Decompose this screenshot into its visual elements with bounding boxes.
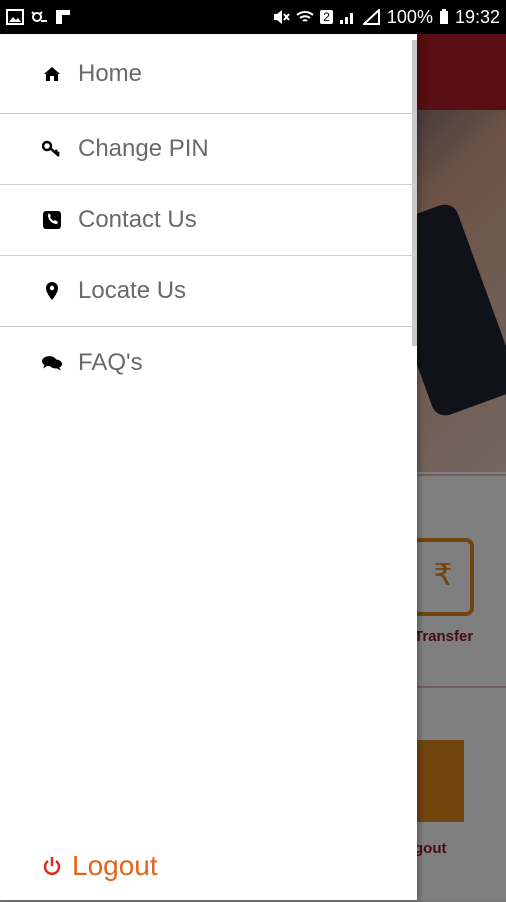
menu-item-label: Locate Us — [78, 277, 187, 304]
logout-label: Logout — [72, 850, 158, 881]
status-bar-left — [6, 9, 72, 25]
menu-item-label: Home — [78, 59, 143, 87]
battery-icon — [439, 9, 448, 24]
navigation-drawer: Home Change PIN Contact Us Locate Us FAQ… — [0, 34, 417, 900]
wifi-icon — [296, 11, 314, 22]
menu-item-change-pin[interactable]: Change PIN — [0, 114, 417, 185]
power-icon — [42, 856, 62, 876]
location-pin-icon — [42, 281, 62, 301]
menu-item-contact-us[interactable]: Contact Us — [0, 185, 417, 256]
status-bar-right: 2 100% 19:32 — [272, 7, 500, 28]
flipboard-notification-icon — [56, 10, 70, 24]
key-icon — [42, 139, 62, 159]
battery-percent: 100% — [386, 6, 433, 27]
signal-icon-2 — [362, 9, 380, 25]
sim-badge: 2 — [320, 10, 333, 24]
menu-item-home[interactable]: Home — [0, 34, 417, 114]
home-icon — [42, 64, 62, 84]
menu-item-label: FAQ's — [78, 348, 143, 376]
logout-button[interactable]: Logout — [42, 850, 158, 882]
phone-icon — [42, 210, 62, 230]
gallery-notification-icon — [6, 9, 24, 25]
menu-item-label: Contact Us — [78, 206, 197, 233]
menu-item-locate-us[interactable]: Locate Us — [0, 256, 417, 327]
clock: 19:32 — [454, 6, 500, 27]
status-bar: 2 100% 19:32 — [0, 0, 506, 34]
menu-item-faqs[interactable]: FAQ's — [0, 327, 417, 398]
mute-icon — [274, 10, 290, 24]
signal-icon — [339, 13, 353, 24]
menu-item-label: Change PIN — [78, 135, 209, 162]
chat-bubbles-icon — [42, 353, 62, 373]
weather-notification-icon — [31, 11, 47, 22]
